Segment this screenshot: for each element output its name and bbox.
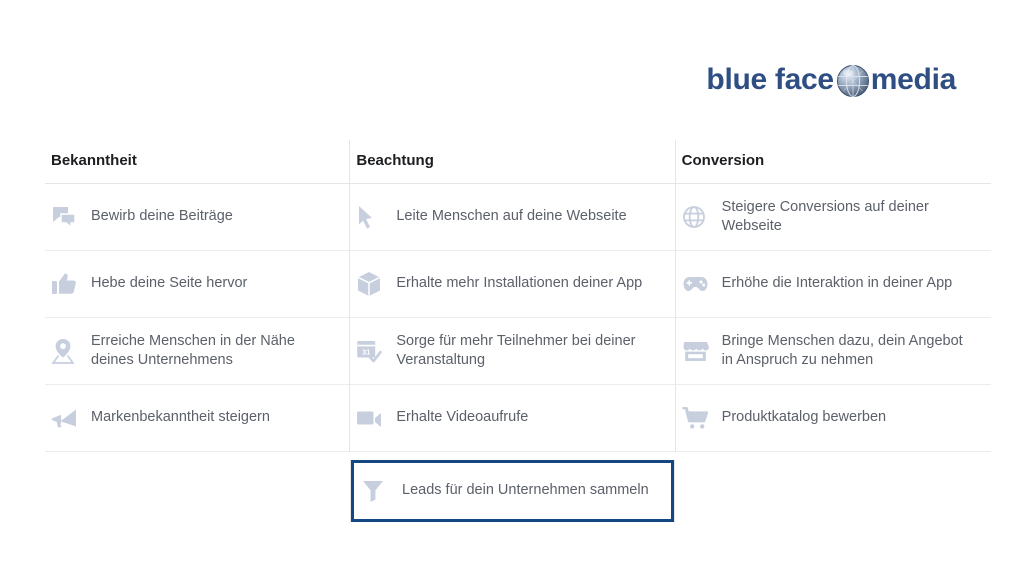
location-pin-icon <box>51 337 85 365</box>
column-header-conversion: Conversion <box>681 152 765 169</box>
column-header-beachtung: Beachtung <box>356 152 434 169</box>
column-header-bekanntheit: Bekanntheit <box>51 152 137 169</box>
logo-text-right: media <box>870 63 957 96</box>
list-item-label: Hebe deine Seite hervor <box>91 275 248 292</box>
list-item-label: Leads für dein Unternehmen sammeln <box>402 482 649 499</box>
list-item-label: Steigere Conversions auf deiner Webseite <box>721 198 929 234</box>
list-item[interactable]: Erhalte mehr Installationen deiner App <box>350 251 675 318</box>
list-item-label: Erreiche Menschen in der Nähe deines Unt… <box>91 332 295 368</box>
thumbs-up-icon <box>51 270 85 298</box>
list-item[interactable]: Produktkatalog bewerben <box>675 385 991 452</box>
speech-bubbles-icon <box>51 203 85 231</box>
list-item-label: Bringe Menschen dazu, dein Angebot in An… <box>721 332 963 368</box>
list-item-label: Erhalte Videoaufrufe <box>396 409 529 426</box>
list-item[interactable]: Leite Menschen auf deine Webseite <box>350 184 675 251</box>
list-item[interactable]: Markenbekanntheit steigern <box>45 385 350 452</box>
empty-cell-bekanntheit <box>45 460 350 522</box>
list-item-label: Markenbekanntheit steigern <box>91 409 270 426</box>
globe-web-icon <box>682 203 716 231</box>
shopping-cart-icon <box>682 404 716 432</box>
storefront-icon <box>682 337 716 365</box>
app-box-icon <box>356 270 390 298</box>
list-item-selected[interactable]: Leads für dein Unternehmen sammeln <box>351 460 674 522</box>
list-item[interactable]: Bewirb deine Beiträge <box>45 184 350 251</box>
brand-logo: blue face media <box>706 58 956 102</box>
list-item[interactable]: Bringe Menschen dazu, dein Angebot in An… <box>675 318 991 385</box>
list-item[interactable]: Steigere Conversions auf deiner Webseite <box>675 184 991 251</box>
list-item-label: Produktkatalog bewerben <box>721 409 887 426</box>
svg-text:31: 31 <box>362 347 370 356</box>
list-item-label: Leite Menschen auf deine Webseite <box>396 208 627 225</box>
calendar-event-icon: 31 <box>356 337 390 365</box>
board-header-row: Bekanntheit Beachtung Conversion <box>45 140 991 184</box>
list-item-label: Sorge für mehr Teilnehmer bei deiner Ver… <box>396 332 636 368</box>
logo-text-left: blue face <box>706 63 834 96</box>
list-item[interactable]: 31 Sorge für mehr Teilnehmer bei deiner … <box>350 318 675 385</box>
game-controller-icon <box>682 270 716 298</box>
globe-icon <box>836 64 870 98</box>
list-item[interactable]: Erhöhe die Interaktion in deiner App <box>675 251 991 318</box>
objectives-board: Bekanntheit Beachtung Conversion Bewirb … <box>45 140 991 522</box>
megaphone-icon <box>51 404 85 432</box>
table-row: Hebe deine Seite hervor Erhalte mehr Ins… <box>45 251 991 318</box>
table-row: Bewirb deine Beiträge Leite Menschen auf… <box>45 184 991 251</box>
funnel-icon <box>362 477 396 505</box>
table-row: Markenbekanntheit steigern Erhalte Video… <box>45 385 991 452</box>
list-item[interactable]: Erhalte Videoaufrufe <box>350 385 675 452</box>
list-item-label: Erhöhe die Interaktion in deiner App <box>721 275 953 292</box>
cursor-arrow-icon <box>356 203 390 231</box>
list-item-label: Bewirb deine Beiträge <box>91 208 233 225</box>
empty-cell-conversion <box>675 460 991 522</box>
list-item-label: Erhalte mehr Installationen deiner App <box>396 275 643 292</box>
list-item[interactable]: Hebe deine Seite hervor <box>45 251 350 318</box>
list-item[interactable]: Erreiche Menschen in der Nähe deines Unt… <box>45 318 350 385</box>
table-row: Erreiche Menschen in der Nähe deines Unt… <box>45 318 991 385</box>
table-row-highlighted: Leads für dein Unternehmen sammeln <box>45 460 991 522</box>
video-camera-icon <box>356 404 390 432</box>
